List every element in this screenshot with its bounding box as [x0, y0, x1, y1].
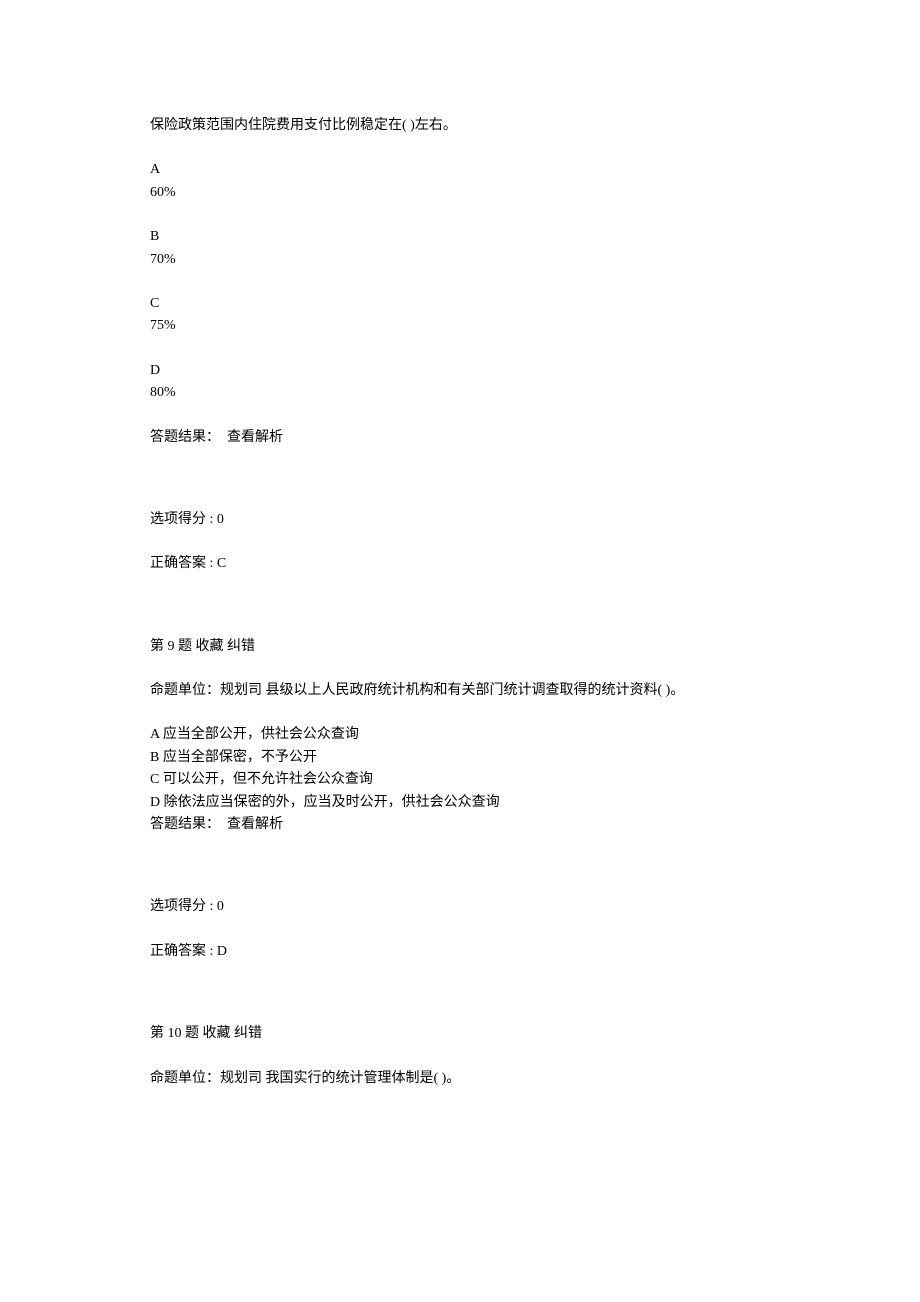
q8-option-c: C 75%: [150, 293, 770, 338]
question-header: 第 9 题 收藏 纠错: [150, 639, 255, 654]
q8-answer: 正确答案 : C: [150, 553, 770, 575]
q9-score: 选项得分 : 0: [150, 896, 770, 918]
option-value: 80%: [150, 382, 770, 404]
q10-stem: 命题单位：规划司 我国实行的统计管理体制是( )。: [150, 1068, 770, 1090]
score-text: 选项得分 : 0: [150, 899, 224, 914]
result-label: 答题结果： 查看解析: [150, 817, 283, 832]
q9-options: A 应当全部公开，供社会公众查询 B 应当全部保密，不予公开 C 可以公开，但不…: [150, 724, 770, 814]
question-text: 命题单位：规划司 县级以上人民政府统计机构和有关部门统计调查取得的统计资料( )…: [150, 683, 684, 698]
q9-answer: 正确答案 : D: [150, 941, 770, 963]
q9-option-d: D 除依法应当保密的外，应当及时公开，供社会公众查询: [150, 792, 770, 814]
document-page: 保险政策范围内住院费用支付比例稳定在( )左右。 A 60% B 70% C 7…: [0, 0, 920, 1212]
option-value: 75%: [150, 315, 770, 337]
q9-option-c: C 可以公开，但不允许社会公众查询: [150, 769, 770, 791]
q8-stem: 保险政策范围内住院费用支付比例稳定在( )左右。: [150, 115, 770, 137]
option-letter: B: [150, 226, 770, 248]
option-value: 60%: [150, 182, 770, 204]
question-text: 命题单位：规划司 我国实行的统计管理体制是( )。: [150, 1071, 460, 1086]
answer-text: 正确答案 : C: [150, 556, 226, 571]
answer-text: 正确答案 : D: [150, 944, 227, 959]
result-label: 答题结果： 查看解析: [150, 430, 283, 445]
q8-option-d: D 80%: [150, 360, 770, 405]
q9-header: 第 9 题 收藏 纠错: [150, 636, 770, 658]
option-letter: D: [150, 360, 770, 382]
q8-option-b: B 70%: [150, 226, 770, 271]
option-letter: A: [150, 159, 770, 181]
question-header: 第 10 题 收藏 纠错: [150, 1026, 262, 1041]
q9-option-b: B 应当全部保密，不予公开: [150, 747, 770, 769]
q8-result: 答题结果： 查看解析: [150, 427, 770, 449]
q9-stem: 命题单位：规划司 县级以上人民政府统计机构和有关部门统计调查取得的统计资料( )…: [150, 680, 770, 702]
q8-option-a: A 60%: [150, 159, 770, 204]
q9-option-a: A 应当全部公开，供社会公众查询: [150, 724, 770, 746]
question-text: 保险政策范围内住院费用支付比例稳定在( )左右。: [150, 118, 457, 133]
option-value: 70%: [150, 249, 770, 271]
q9-result: 答题结果： 查看解析: [150, 814, 770, 836]
q8-score: 选项得分 : 0: [150, 509, 770, 531]
q10-header: 第 10 题 收藏 纠错: [150, 1023, 770, 1045]
option-letter: C: [150, 293, 770, 315]
score-text: 选项得分 : 0: [150, 512, 224, 527]
